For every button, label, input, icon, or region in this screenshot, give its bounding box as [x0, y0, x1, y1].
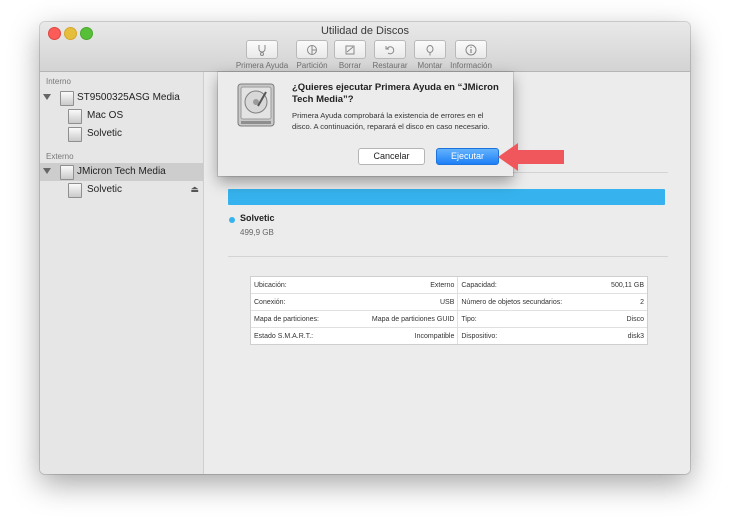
- hard-drive-icon: [237, 83, 275, 127]
- legend-volume-name: Solvetic: [240, 213, 275, 223]
- sidebar-item-volume[interactable]: Mac OS: [40, 107, 203, 125]
- info-key: Dispositivo:: [461, 332, 498, 340]
- disclosure-triangle-icon[interactable]: [43, 168, 51, 174]
- toolbar-label: Partición: [296, 61, 328, 70]
- erase-button[interactable]: Borrar: [332, 40, 368, 70]
- divider: [228, 256, 668, 257]
- table-row: Ubicación: Externo Capacidad: 500,11 GB: [251, 277, 647, 294]
- legend-volume-size: 499,9 GB: [240, 228, 274, 237]
- toolbar-label: Montar: [417, 61, 443, 70]
- info-key: Ubicación:: [251, 277, 343, 294]
- mount-button[interactable]: Montar: [412, 40, 448, 70]
- sidebar-item-volume[interactable]: Solvetic: [40, 125, 203, 143]
- hard-disk-icon: [60, 165, 74, 180]
- table-row: Estado S.M.A.R.T.: Incompatible Disposit…: [251, 327, 647, 344]
- table-row: Conexión: USB Número de objetos secundar…: [251, 293, 647, 311]
- dialog-message: Primera Ayuda comprobará la existencia d…: [292, 111, 490, 131]
- info-value: 2: [596, 293, 647, 311]
- first-aid-button[interactable]: Primera Ayuda: [235, 40, 289, 70]
- toolbar-label: Borrar: [338, 61, 362, 70]
- sidebar-section-external: Externo: [46, 152, 74, 161]
- table-row: Mapa de particiones: Mapa de particiones…: [251, 310, 647, 328]
- toolbar-label: Restaurar: [372, 61, 408, 70]
- restore-button[interactable]: Restaurar: [370, 40, 410, 70]
- info-value: 500,11 GB: [596, 277, 647, 294]
- eject-icon[interactable]: ⏏: [190, 184, 199, 195]
- sidebar-item-label: ST9500325ASG Media: [77, 92, 180, 103]
- volume-icon: [68, 183, 82, 198]
- info-icon: [465, 44, 477, 55]
- info-value: Incompatible: [342, 327, 459, 344]
- info-key: Tipo:: [457, 310, 597, 328]
- info-button[interactable]: Información: [448, 40, 494, 70]
- titlebar: Utilidad de Discos Primera Ayuda Partici…: [40, 22, 690, 72]
- volume-icon: [68, 109, 82, 124]
- disk-usage-bar: [228, 189, 665, 205]
- volume-icon: [68, 127, 82, 142]
- info-key: Estado S.M.A.R.T.:: [254, 332, 314, 340]
- info-value: USB: [342, 293, 459, 311]
- partition-icon: [307, 44, 317, 55]
- legend-swatch: [229, 217, 235, 223]
- info-value: disk3: [627, 332, 644, 340]
- toolbar-label: Primera Ayuda: [235, 61, 289, 70]
- info-key: Número de objetos secundarios:: [457, 293, 597, 311]
- disk-info-table: Ubicación: Externo Capacidad: 500,11 GB …: [250, 276, 648, 345]
- erase-icon: [345, 45, 355, 54]
- toolbar-label: Información: [450, 61, 492, 70]
- info-value: Mapa de particiones GUID: [342, 310, 459, 328]
- run-button[interactable]: Ejecutar: [436, 148, 499, 165]
- info-key: Conexión:: [251, 293, 343, 311]
- disclosure-triangle-icon[interactable]: [43, 94, 51, 100]
- restore-icon: [385, 45, 395, 54]
- stethoscope-icon: [258, 44, 266, 56]
- dialog-title: ¿Quieres ejecutar Primera Ayuda en “JMic…: [292, 82, 499, 105]
- partition-button[interactable]: Partición: [294, 40, 330, 70]
- sidebar-item-label: JMicron Tech Media: [77, 166, 166, 177]
- sidebar-item-label: Solvetic: [87, 128, 123, 139]
- cancel-button[interactable]: Cancelar: [358, 148, 425, 165]
- window-title: Utilidad de Discos: [320, 25, 410, 37]
- info-key: Capacidad:: [457, 277, 597, 294]
- sidebar: Interno ST9500325ASG Media Mac OS Solvet…: [40, 72, 204, 474]
- sidebar-item-volume[interactable]: Solvetic ⏏: [40, 181, 203, 199]
- hard-disk-icon: [60, 91, 74, 106]
- sidebar-item-label: Solvetic: [87, 184, 123, 195]
- info-value: Disco: [596, 310, 647, 328]
- red-arrow-annotation: [498, 143, 564, 171]
- info-value: Externo: [342, 277, 459, 294]
- sidebar-item-label: Mac OS: [87, 110, 124, 121]
- sidebar-item-internal-disk[interactable]: ST9500325ASG Media: [40, 89, 203, 107]
- sidebar-section-internal: Interno: [46, 77, 71, 86]
- first-aid-dialog: ¿Quieres ejecutar Primera Ayuda en “JMic…: [218, 72, 513, 176]
- sidebar-item-external-disk[interactable]: JMicron Tech Media: [40, 163, 203, 181]
- mount-icon: [426, 44, 434, 55]
- info-key: Mapa de particiones:: [251, 310, 343, 328]
